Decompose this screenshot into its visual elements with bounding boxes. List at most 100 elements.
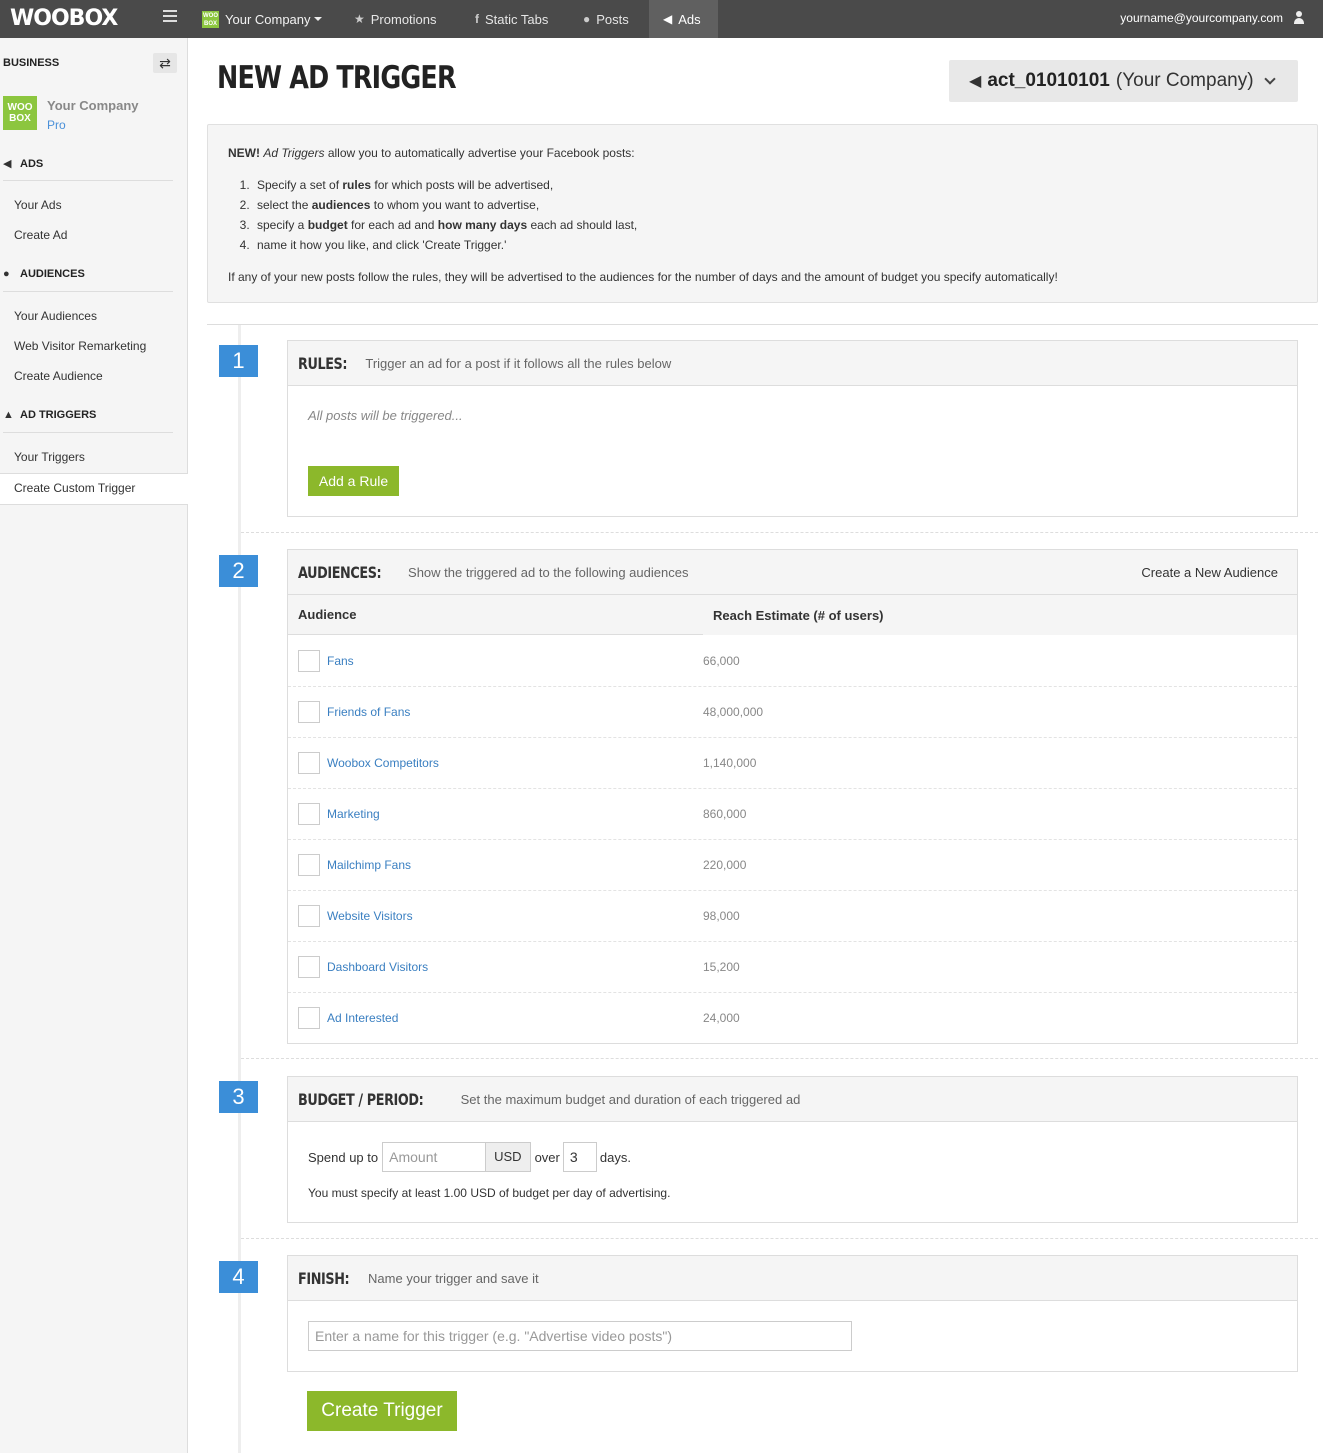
table-row: Mailchimp Fans 220,000 — [288, 839, 1297, 890]
budget-note: You must specify at least 1.00 USD of bu… — [308, 1186, 671, 1200]
sidebar-section-ad-triggers: ▲ AD TRIGGERS — [3, 409, 96, 421]
sidebar-plan-link[interactable]: Pro — [47, 118, 139, 132]
nav-promotions[interactable]: ★ Promotions — [340, 0, 451, 38]
audiences-subtitle: Show the triggered ad to the following a… — [408, 564, 689, 580]
audience-name-link[interactable]: Woobox Competitors — [327, 756, 703, 770]
instruction-text: to whom you want to advertise, — [370, 198, 540, 212]
audiences-table-header: Audience Reach Estimate (# of users) — [288, 595, 1297, 635]
woobox-logo[interactable]: WOOBOX — [10, 7, 118, 31]
sidebar-item-create-ad[interactable]: Create Ad — [14, 228, 67, 242]
table-row: Friends of Fans 48,000,000 — [288, 686, 1297, 737]
sidebar: BUSINESS ⇄ WOO BOX Your Company Pro ◀ AD… — [0, 38, 188, 1453]
switch-business-button[interactable]: ⇄ — [153, 53, 177, 73]
audience-reach: 15,200 — [703, 960, 740, 974]
sidebar-item-your-audiences[interactable]: Your Audiences — [14, 309, 97, 323]
audience-name-link[interactable]: Mailchimp Fans — [327, 858, 703, 872]
audience-name-link[interactable]: Dashboard Visitors — [327, 960, 703, 974]
new-label: NEW! — [228, 146, 260, 160]
instruction-text: each ad should last, — [527, 218, 638, 232]
rules-panel: RULES: Trigger an ad for a post if it fo… — [287, 340, 1298, 517]
flask-icon: ▲ — [3, 409, 14, 421]
audience-reach: 48,000,000 — [703, 705, 764, 719]
audience-name-link[interactable]: Fans — [327, 654, 703, 668]
audience-checkbox[interactable] — [298, 701, 320, 723]
sidebar-item-your-triggers[interactable]: Your Triggers — [14, 450, 85, 464]
nav-posts[interactable]: ● Posts — [569, 0, 643, 38]
table-row: Marketing 860,000 — [288, 788, 1297, 839]
menu-icon[interactable] — [163, 10, 177, 22]
megaphone-icon: ◀ — [663, 12, 673, 26]
audiences-title: AUDIENCES: — [298, 562, 382, 582]
intro-emphasis: Ad Triggers — [263, 146, 325, 160]
budget-panel: BUDGET / PERIOD: Set the maximum budget … — [287, 1076, 1298, 1223]
days-input[interactable]: 3 — [562, 1142, 597, 1172]
rules-title: RULES: — [298, 353, 348, 373]
audience-checkbox[interactable] — [298, 803, 320, 825]
audience-name-link[interactable]: Marketing — [327, 807, 703, 821]
megaphone-icon: ◀ — [969, 73, 982, 90]
sidebar-section-audiences-title: AUDIENCES — [20, 268, 85, 280]
megaphone-icon: ◀ — [3, 158, 12, 170]
currency-addon: USD — [486, 1142, 531, 1172]
audience-name-link[interactable]: Website Visitors — [327, 909, 703, 923]
nav-static-tabs-label: Static Tabs — [485, 11, 549, 27]
finish-body: Enter a name for this trigger (e.g. "Adv… — [288, 1301, 1297, 1371]
instruction-text: for each ad and — [347, 218, 438, 232]
divider — [241, 1238, 1318, 1239]
audience-name-link[interactable]: Ad Interested — [327, 1011, 703, 1025]
audience-name-link[interactable]: Friends of Fans — [327, 705, 703, 719]
step-number-4: 4 — [219, 1261, 258, 1293]
finish-panel: FINISH: Name your trigger and save it En… — [287, 1255, 1298, 1372]
instruction-item: specify a budget for each ad and how man… — [253, 215, 1297, 235]
budget-amount-input[interactable]: Amount — [382, 1142, 487, 1172]
intro-rest: allow you to automatically advertise you… — [324, 146, 635, 160]
user-icon: ● — [3, 268, 10, 280]
instruction-list: Specify a set of rules for which posts w… — [253, 175, 1297, 255]
budget-subtitle: Set the maximum budget and duration of e… — [460, 1091, 801, 1107]
divider — [241, 532, 1318, 533]
page-title: NEW AD TRIGGER — [217, 60, 457, 96]
company-logo: WOO BOX — [3, 96, 37, 130]
sidebar-company-name: Your Company — [47, 98, 139, 113]
table-row: Website Visitors 98,000 — [288, 890, 1297, 941]
rules-body: All posts will be triggered... — [288, 386, 1297, 516]
create-new-audience-link[interactable]: Create a New Audience — [1141, 565, 1278, 580]
instruction-bold: rules — [342, 178, 372, 192]
audience-checkbox[interactable] — [298, 1007, 320, 1029]
ad-account-dropdown[interactable]: ◀ act_01010101 (Your Company) — [949, 60, 1298, 102]
audiences-table-body: Fans 66,000 Friends of Fans 48,000,000 W… — [288, 635, 1297, 1043]
create-trigger-button[interactable]: Create Trigger — [307, 1391, 457, 1431]
add-rule-button[interactable]: Add a Rule — [308, 466, 399, 496]
divider — [3, 432, 173, 433]
budget-body: Spend up to Amount USD over 3 days. You … — [288, 1122, 1297, 1220]
step-number-1: 1 — [219, 345, 258, 377]
audience-checkbox[interactable] — [298, 752, 320, 774]
step-number-3: 3 — [219, 1081, 258, 1113]
company-dropdown[interactable]: WOO BOX Your Company — [202, 9, 322, 29]
nav-static-tabs[interactable]: f Static Tabs — [461, 0, 562, 38]
star-icon: ★ — [354, 12, 365, 26]
instruction-item: select the audiences to whom you want to… — [253, 195, 1297, 215]
trigger-name-input[interactable]: Enter a name for this trigger (e.g. "Adv… — [308, 1321, 852, 1351]
nav-posts-label: Posts — [596, 11, 629, 27]
audience-checkbox[interactable] — [298, 956, 320, 978]
finish-title: FINISH: — [298, 1268, 350, 1288]
finish-header: FINISH: Name your trigger and save it — [288, 1256, 1297, 1301]
company-logo-icon: WOO BOX — [202, 10, 219, 28]
sidebar-item-create-audience[interactable]: Create Audience — [14, 369, 103, 383]
audiences-panel: AUDIENCES: Show the triggered ad to the … — [287, 549, 1298, 1044]
ad-account-name: (Your Company) — [1115, 70, 1254, 91]
sidebar-item-web-visitor-remarketing[interactable]: Web Visitor Remarketing — [14, 339, 146, 353]
audience-checkbox[interactable] — [298, 905, 320, 927]
audience-checkbox[interactable] — [298, 854, 320, 876]
audience-reach: 1,140,000 — [703, 756, 757, 770]
divider — [241, 1058, 1318, 1059]
sidebar-item-create-custom-trigger[interactable]: Create Custom Trigger — [14, 481, 135, 495]
nav-ads[interactable]: ◀ Ads — [649, 0, 718, 38]
comment-icon: ● — [583, 12, 591, 26]
audience-checkbox[interactable] — [298, 649, 320, 672]
user-icon[interactable] — [1293, 11, 1305, 25]
user-email[interactable]: yourname@yourcompany.com — [1120, 11, 1283, 25]
sidebar-company[interactable]: WOO BOX Your Company Pro — [3, 96, 139, 132]
sidebar-item-your-ads[interactable]: Your Ads — [14, 198, 62, 212]
